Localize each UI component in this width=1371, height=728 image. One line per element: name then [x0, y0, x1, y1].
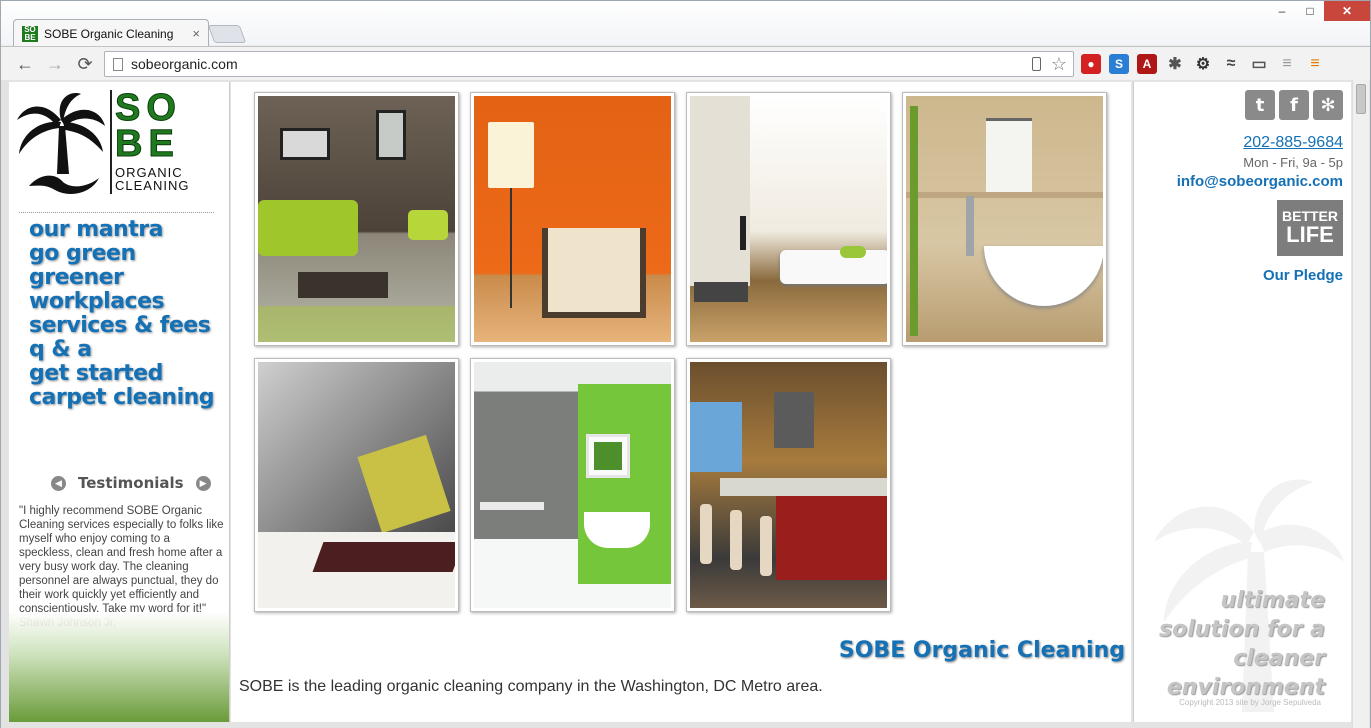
window-close-button[interactable]: ✕ [1324, 1, 1370, 21]
bug-extension-icon[interactable]: ✱ [1165, 54, 1185, 74]
stop-extension-icon[interactable]: ● [1081, 54, 1101, 74]
phone-link[interactable]: 202-885-9684 [1243, 134, 1343, 152]
settings-extension-icon[interactable]: ⚙ [1193, 54, 1213, 74]
menu-item-carpet-cleaning[interactable]: carpet cleaning [29, 386, 215, 410]
mobile-icon[interactable] [1031, 57, 1041, 71]
minimize-button[interactable]: – [1268, 1, 1296, 21]
twitter-icon[interactable]: t [1245, 90, 1275, 120]
logo-separator [19, 212, 214, 213]
better-life-badge[interactable]: BETTER LIFE [1277, 200, 1343, 256]
menu-item-go-green[interactable]: go green [29, 242, 214, 266]
menu-item-get-started[interactable]: get started [29, 362, 214, 386]
our-pledge-link[interactable]: Our Pledge [1263, 267, 1343, 284]
maximize-button[interactable]: □ [1296, 1, 1324, 21]
pdf-extension-icon[interactable]: A [1137, 54, 1157, 74]
next-testimonial-icon[interactable]: ▶ [195, 475, 211, 491]
gallery-image-living-room-green[interactable] [254, 92, 459, 346]
yelp-icon[interactable]: ✻ [1313, 90, 1343, 120]
chrome-menu-icon[interactable]: ≡ [1305, 54, 1325, 74]
extensions-bar: ● S A ✱ ⚙ ≈ ▭ ≡ ≡ [1081, 54, 1325, 74]
scrollbar-thumb[interactable] [1356, 84, 1366, 114]
main-menu: our mantra go green greener workplaces servi… [29, 218, 215, 410]
main-content: SOBE Organic Cleaning SOBE is the leadin… [231, 82, 1131, 722]
slogan: ultimate solution for a cleaner environment [1159, 586, 1325, 702]
cast-icon[interactable]: ▭ [1249, 54, 1269, 74]
slogan-line: cleaner [1233, 646, 1325, 671]
web-page: SO BE ORGANIC CLEANING our mantra go gree… [0, 80, 1371, 728]
social-links: t f ✻ [1245, 90, 1343, 120]
sobe-logo[interactable]: SO BE ORGANIC CLEANING [15, 87, 220, 200]
copyright-text: Copyright 2013 site by Jorge Sepulveda [1179, 698, 1321, 707]
email-link[interactable]: info@sobeorganic.com [1177, 173, 1343, 190]
gallery-image-kitchen[interactable] [686, 358, 891, 612]
logo-subtitle: ORGANIC CLEANING [115, 165, 190, 193]
better-life-bottom-text: LIFE [1286, 222, 1334, 247]
browser-chrome: SO BE SOBE Organic Cleaning × – □ ✕ ← → ⟳… [0, 0, 1371, 81]
menu-item-q-a[interactable]: q & a [29, 338, 214, 362]
reload-button[interactable]: ⟳ [73, 53, 97, 75]
right-sidebar: t f ✻ 202-885-9684 Mon - Fri, 9a - 5p info… [1133, 82, 1351, 722]
browser-tab[interactable]: SO BE SOBE Organic Cleaning × [13, 19, 209, 47]
vertical-scrollbar[interactable] [1352, 80, 1369, 728]
url-text[interactable]: sobeorganic.com [131, 56, 1032, 72]
browser-toolbar: ← → ⟳ sobeorganic.com ☆ ● S A ✱ ⚙ ≈ ▭ ≡ ≡ [1, 46, 1370, 81]
gallery-image-green-bathroom[interactable] [470, 358, 675, 612]
new-tab-button[interactable] [207, 25, 247, 43]
testimonials-header: ◀ Testimonials ▶ [51, 474, 211, 492]
menu-item-our-mantra[interactable]: our mantra [29, 218, 214, 242]
page-icon [113, 57, 123, 71]
skype-extension-icon[interactable]: S [1109, 54, 1129, 74]
menu-item-workplaces[interactable]: workplaces [29, 290, 214, 314]
testimonials-heading: Testimonials [78, 474, 184, 492]
menu-item-services-fees[interactable]: services & fees [29, 314, 214, 338]
forward-button[interactable]: → [43, 53, 67, 75]
gallery-image-orange-armchair[interactable] [470, 92, 675, 346]
brand-heading: SOBE Organic Cleaning [838, 638, 1125, 663]
logo-wordmark: SO BE [115, 87, 182, 165]
left-sidebar: SO BE ORGANIC CLEANING our mantra go gree… [9, 82, 230, 722]
chart-extension-icon[interactable]: ≈ [1221, 54, 1241, 74]
sobe-favicon-icon: SO BE [22, 25, 38, 42]
intro-paragraph: SOBE is the leading organic cleaning com… [239, 678, 823, 695]
address-bar[interactable]: sobeorganic.com ☆ [104, 51, 1074, 77]
gallery-image-white-living-room[interactable] [686, 92, 891, 346]
slogan-line: ultimate [1220, 588, 1325, 613]
window-controls: – □ ✕ [1268, 1, 1370, 21]
business-hours: Mon - Fri, 9a - 5p [1243, 155, 1343, 170]
facebook-icon[interactable]: f [1279, 90, 1309, 120]
bookmark-star-icon[interactable]: ☆ [1051, 54, 1067, 75]
gallery-image-bathroom-sink[interactable] [902, 92, 1107, 346]
tab-title: SOBE Organic Cleaning [44, 26, 174, 41]
gallery-image-bedroom[interactable] [254, 358, 459, 612]
slogan-line: solution for a [1159, 617, 1325, 642]
palm-tree-icon [17, 93, 105, 194]
back-button[interactable]: ← [13, 53, 37, 75]
tab-close-icon[interactable]: × [192, 26, 200, 41]
grass-image [9, 612, 229, 722]
logo-divider [110, 90, 112, 194]
notes-extension-icon[interactable]: ≡ [1277, 54, 1297, 74]
tab-strip: SO BE SOBE Organic Cleaning × – □ ✕ [1, 1, 1370, 47]
menu-item-greener[interactable]: greener [29, 266, 214, 290]
prev-testimonial-icon[interactable]: ◀ [51, 475, 66, 491]
